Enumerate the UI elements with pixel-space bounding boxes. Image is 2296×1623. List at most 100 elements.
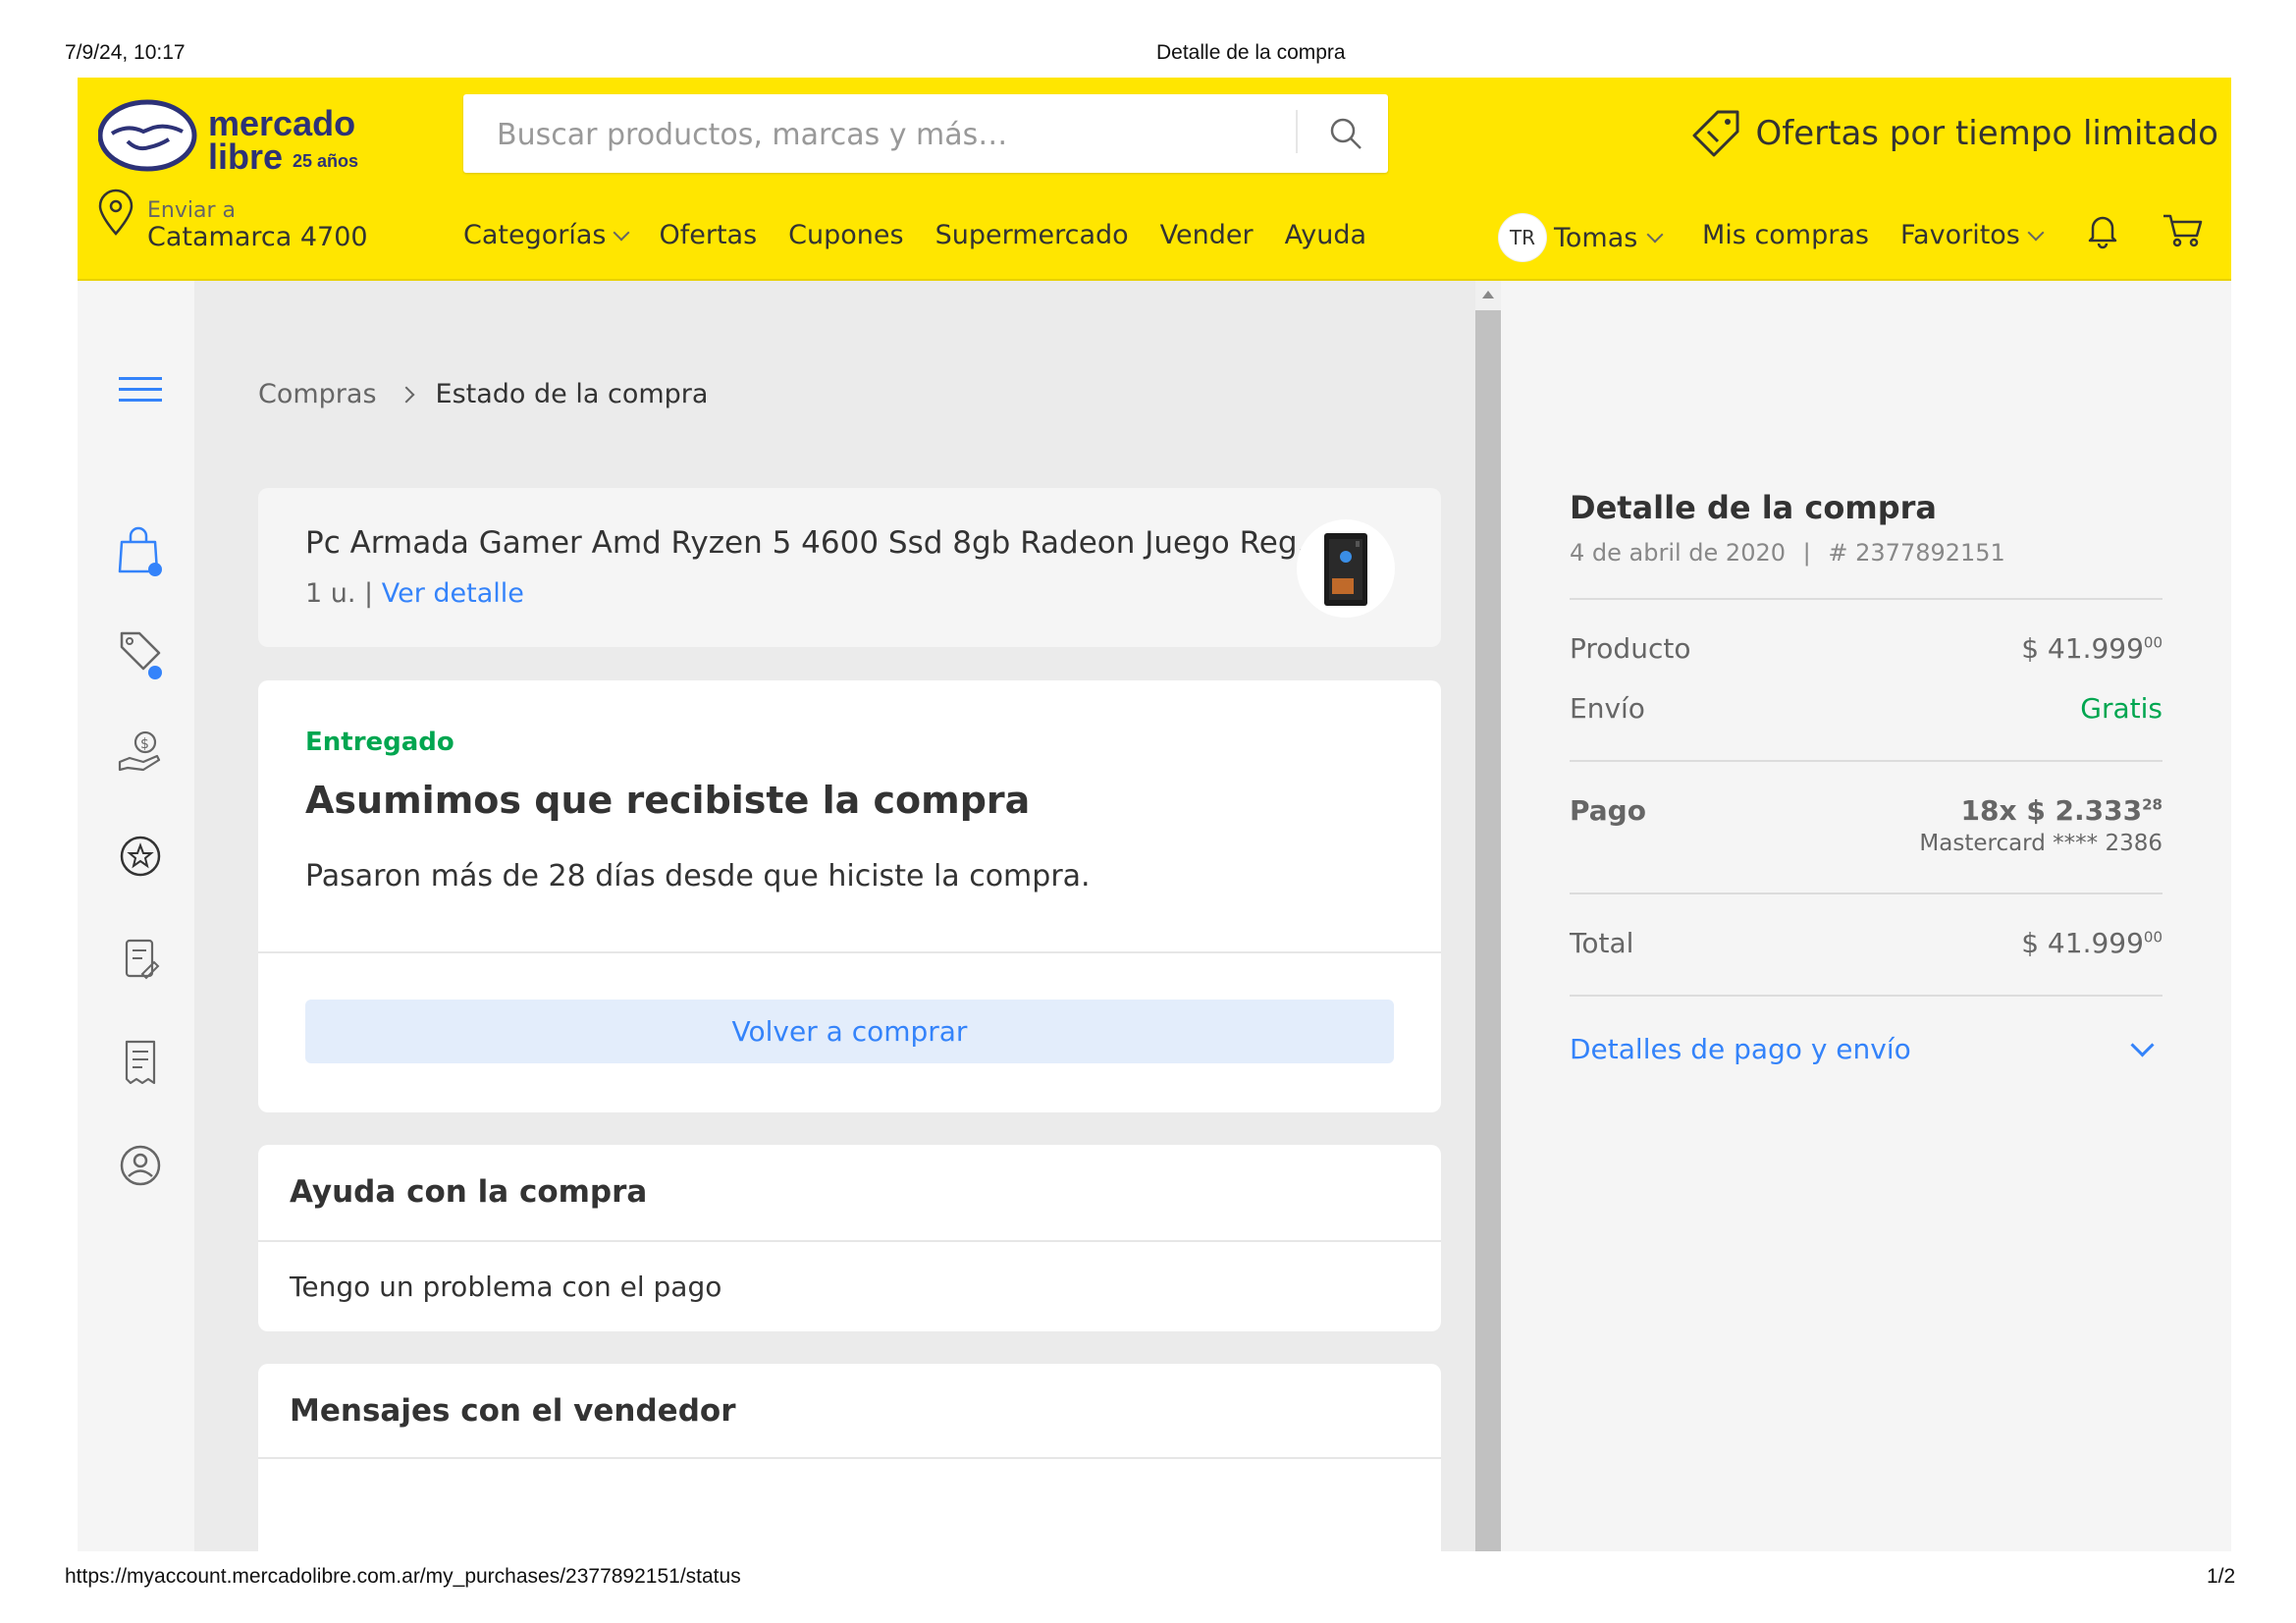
summary-row-product: Producto $ 41.99900 bbox=[1570, 632, 2163, 665]
print-datetime: 7/9/24, 10:17 bbox=[65, 41, 186, 64]
payment-label: Pago bbox=[1570, 794, 1646, 827]
search-icon bbox=[1330, 118, 1362, 149]
menu-button[interactable] bbox=[111, 360, 170, 419]
status-card: Entregado Asumimos que recibiste la comp… bbox=[258, 680, 1441, 1112]
status-badge: Entregado bbox=[305, 728, 454, 757]
product-card: Pc Armada Gamer Amd Ryzen 5 4600 Ssd 8gb… bbox=[258, 488, 1441, 647]
print-title: Detalle de la compra bbox=[1156, 41, 1346, 64]
nav-cupones[interactable]: Cupones bbox=[788, 220, 903, 250]
breadcrumb-current: Estado de la compra bbox=[435, 379, 709, 409]
notifications-button[interactable] bbox=[2083, 210, 2122, 253]
limited-offers-link[interactable]: Ofertas por tiempo limitado bbox=[1690, 104, 2218, 163]
main-nav: Categorías Ofertas Cupones Supermercado … bbox=[463, 220, 1366, 250]
payment-amount: 18x $ 2.33328 bbox=[1960, 794, 2163, 827]
user-menu[interactable]: TR Tomas bbox=[1499, 214, 1664, 261]
divider bbox=[258, 1240, 1441, 1242]
sidebar-item-profile[interactable] bbox=[111, 1136, 170, 1195]
menu-icon bbox=[119, 377, 162, 402]
favorites-menu[interactable]: Favoritos bbox=[1900, 220, 2045, 250]
breadcrumb: Compras Estado de la compra bbox=[258, 379, 708, 409]
svg-text:$: $ bbox=[140, 736, 149, 752]
shipping-location-label: Enviar a bbox=[147, 198, 236, 223]
order-summary-panel bbox=[1501, 281, 2231, 1551]
scrollbar-thumb[interactable] bbox=[1475, 310, 1501, 1551]
sidebar-item-opinions[interactable] bbox=[111, 930, 170, 989]
search-input[interactable] bbox=[495, 94, 1264, 175]
search-bar bbox=[463, 94, 1388, 175]
mercadolibre-logo[interactable]: mercado libre 25 años bbox=[97, 98, 373, 177]
summary-title: Detalle de la compra bbox=[1570, 489, 1937, 526]
shopping-bag-icon bbox=[118, 526, 162, 576]
nav-supermercado[interactable]: Supermercado bbox=[935, 220, 1129, 250]
user-name: Tomas bbox=[1554, 222, 1638, 253]
shipping-location-value: Catamarca 4700 bbox=[147, 222, 368, 252]
status-heading: Asumimos que recibiste la compra bbox=[305, 779, 1031, 822]
user-circle-icon bbox=[120, 1145, 161, 1186]
sidebar-item-billing[interactable] bbox=[111, 1033, 170, 1092]
help-heading: Ayuda con la compra bbox=[290, 1174, 648, 1210]
search-button[interactable] bbox=[1303, 94, 1388, 173]
help-item-payment-problem[interactable]: Tengo un problema con el pago bbox=[290, 1271, 721, 1303]
sidebar-item-purchases[interactable] bbox=[111, 522, 170, 581]
buy-again-button[interactable]: Volver a comprar bbox=[305, 1000, 1394, 1063]
side-rail bbox=[78, 281, 194, 1551]
cart-icon bbox=[2163, 214, 2203, 247]
chevron-down-icon bbox=[2130, 1033, 2155, 1057]
help-card: Ayuda con la compra Tengo un problema co… bbox=[258, 1145, 1441, 1331]
sidebar-item-payments[interactable]: $ bbox=[111, 724, 170, 783]
total-amount: $ 41.99900 bbox=[2021, 927, 2163, 959]
subtitle-separator: | bbox=[1802, 539, 1811, 567]
handshake-logo: mercado libre 25 años bbox=[97, 99, 358, 177]
shipping-location[interactable]: Enviar a Catamarca 4700 bbox=[96, 189, 391, 257]
product-amount: $ 41.99900 bbox=[2021, 632, 2163, 665]
print-page-number: 1/2 bbox=[2207, 1565, 2236, 1588]
svg-text:25 años: 25 años bbox=[293, 151, 358, 171]
product-label: Producto bbox=[1570, 632, 1691, 665]
receipt-icon bbox=[125, 1040, 156, 1085]
breadcrumb-compras[interactable]: Compras bbox=[258, 379, 377, 409]
divider bbox=[1570, 760, 2163, 762]
payment-shipping-details-toggle[interactable]: Detalles de pago y envío bbox=[1570, 1033, 2163, 1065]
pc-tower-image bbox=[1324, 533, 1367, 606]
sidebar-item-sales[interactable] bbox=[111, 625, 170, 684]
summary-row-shipping: Envío Gratis bbox=[1570, 692, 2163, 725]
purchase-date: 4 de abril de 2020 bbox=[1570, 539, 1787, 567]
nav-ayuda[interactable]: Ayuda bbox=[1285, 220, 1366, 250]
receipt-edit-icon bbox=[125, 939, 160, 980]
nav-vender[interactable]: Vender bbox=[1160, 220, 1254, 250]
tag-icon bbox=[120, 631, 162, 679]
bell-icon bbox=[2088, 216, 2117, 249]
nav-categorias[interactable]: Categorías bbox=[463, 220, 630, 250]
divider bbox=[258, 1457, 1441, 1459]
quantity-text: 1 u. | bbox=[305, 578, 374, 609]
my-purchases-link[interactable]: Mis compras bbox=[1702, 220, 1869, 250]
product-thumbnail[interactable] bbox=[1297, 519, 1395, 618]
product-title: Pc Armada Gamer Amd Ryzen 5 4600 Ssd 8gb… bbox=[305, 525, 1327, 561]
product-quantity: 1 u. | Ver detalle bbox=[305, 578, 524, 609]
location-pin-icon bbox=[98, 189, 133, 236]
messages-card: Mensajes con el vendedor bbox=[258, 1364, 1441, 1551]
offer-tag-icon bbox=[1692, 110, 1739, 157]
chevron-right-icon bbox=[398, 386, 415, 403]
order-number: # 2377892151 bbox=[1828, 539, 2005, 567]
summary-subtitle: 4 de abril de 2020 | # 2377892151 bbox=[1570, 539, 2005, 567]
divider bbox=[1570, 598, 2163, 600]
shipping-value: Gratis bbox=[2080, 692, 2163, 725]
star-badge-icon bbox=[120, 836, 161, 877]
view-detail-link[interactable]: Ver detalle bbox=[382, 578, 524, 609]
chevron-down-icon bbox=[2027, 224, 2045, 241]
sidebar-item-loyalty[interactable] bbox=[111, 827, 170, 886]
nav-ofertas[interactable]: Ofertas bbox=[659, 220, 757, 250]
payment-card: Mastercard **** 2386 bbox=[1919, 831, 2163, 856]
limited-offers-label: Ofertas por tiempo limitado bbox=[1755, 114, 2218, 153]
messages-heading: Mensajes con el vendedor bbox=[290, 1393, 736, 1429]
scroll-up-arrow[interactable] bbox=[1482, 291, 1494, 298]
status-message: Pasaron más de 28 días desde que hiciste… bbox=[305, 859, 1091, 893]
favorites-label: Favoritos bbox=[1900, 220, 2020, 250]
svg-text:libre: libre bbox=[208, 136, 283, 177]
cart-button[interactable] bbox=[2162, 210, 2205, 253]
divider bbox=[258, 951, 1441, 953]
scrollbar[interactable] bbox=[1475, 281, 1501, 1551]
print-url: https://myaccount.mercadolibre.com.ar/my… bbox=[65, 1565, 741, 1588]
money-hand-icon: $ bbox=[118, 730, 161, 772]
